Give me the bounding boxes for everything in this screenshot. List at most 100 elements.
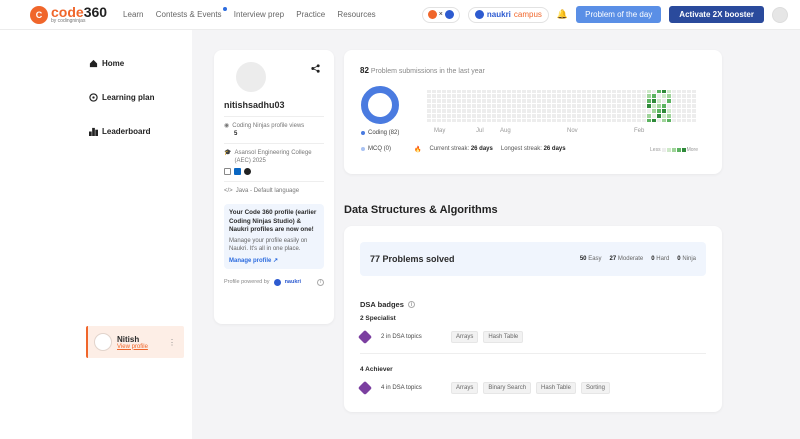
info-icon[interactable]: i	[317, 278, 324, 286]
sidebar-item-home[interactable]: Home	[88, 58, 124, 68]
heatmap-cell	[552, 104, 556, 108]
heatmap-cell	[687, 99, 691, 103]
topic-chip[interactable]: Binary Search	[483, 382, 532, 394]
sidebar-item-learning-plan[interactable]: Learning plan	[88, 92, 154, 102]
heatmap-cell	[607, 104, 611, 108]
compass-icon	[88, 92, 98, 102]
heatmap-cell	[567, 90, 571, 93]
sidebar-item-leaderboard[interactable]: Leaderboard	[88, 126, 150, 136]
divider	[360, 353, 706, 354]
streak-info: 🔥 Current streak: 26 days Longest streak…	[414, 146, 566, 153]
nav-interview-prep[interactable]: Interview prep	[234, 10, 284, 19]
heatmap-cell	[612, 90, 616, 93]
heatmap-cell	[557, 119, 561, 122]
heatmap-cell	[502, 94, 506, 98]
more-options-icon[interactable]: ⋮	[168, 338, 176, 347]
heatmap-cell	[457, 104, 461, 108]
heatmap-cell	[667, 119, 671, 122]
heatmap-cell	[597, 94, 601, 98]
heatmap-cell	[552, 99, 556, 103]
bell-icon[interactable]: 🔔	[557, 9, 568, 20]
heatmap-cell	[607, 90, 611, 93]
heatmap-cell	[642, 109, 646, 113]
heatmap-cell	[662, 99, 666, 103]
achiever-badge-icon	[357, 380, 373, 396]
avatar[interactable]	[772, 6, 788, 23]
heatmap-cell	[512, 99, 516, 103]
code360-logo[interactable]: C code360 by codingninjas	[30, 5, 107, 24]
heatmap-cell	[462, 90, 466, 93]
manage-profile-link[interactable]: Manage profile ↗	[229, 257, 319, 264]
nav-practice[interactable]: Practice	[296, 10, 325, 19]
college-row: 🎓 Asansol Engineering College (AEC) 2025	[224, 150, 324, 166]
activate-booster-button[interactable]: Activate 2X booster	[669, 6, 764, 23]
heatmap-cell	[637, 119, 641, 122]
partner-badge[interactable]: ×	[421, 6, 460, 23]
heatmap-cell	[622, 94, 626, 98]
heatmap-cell	[647, 119, 651, 122]
heatmap-cell	[487, 114, 491, 118]
heatmap-cell	[457, 119, 461, 122]
heatmap-cell	[487, 119, 491, 122]
heatmap-cell	[522, 109, 526, 113]
heatmap-cell	[452, 99, 456, 103]
topic-chip[interactable]: Arrays	[451, 331, 479, 343]
topic-chip[interactable]: Arrays	[451, 382, 479, 394]
nav-learn[interactable]: Learn	[123, 10, 143, 19]
heatmap-cell	[467, 114, 471, 118]
heatmap-cell	[672, 99, 676, 103]
heatmap-cell	[487, 109, 491, 113]
heatmap-cell	[687, 94, 691, 98]
nav-resources[interactable]: Resources	[337, 10, 375, 19]
heatmap-cell	[627, 109, 631, 113]
naukri-campus-logo[interactable]: naukri campus	[467, 6, 549, 23]
heatmap-cell	[457, 109, 461, 113]
topic-chip[interactable]: Sorting	[580, 382, 610, 394]
heatmap-cell	[627, 119, 631, 122]
heatmap-cell	[682, 104, 686, 108]
link-icon[interactable]	[224, 168, 231, 176]
college-name: Asansol Engineering College (AEC) 2025	[234, 149, 312, 164]
view-profile-link[interactable]: View profile	[117, 344, 148, 350]
heatmap-cell	[572, 104, 576, 108]
heatmap-cell	[472, 119, 476, 122]
current-streak: Current streak: 26 days	[429, 146, 492, 153]
topic-chip[interactable]: Hash Table	[536, 382, 576, 394]
share-icon[interactable]	[311, 64, 320, 76]
heatmap-cell	[632, 109, 636, 113]
info-icon[interactable]: i	[407, 301, 415, 308]
heatmap-cell	[507, 119, 511, 122]
problem-of-the-day-button[interactable]: Problem of the day	[576, 6, 662, 23]
linkedin-icon[interactable]	[234, 168, 241, 176]
heatmap-cell	[557, 99, 561, 103]
heatmap-cell	[427, 109, 431, 113]
heatmap-cell	[517, 114, 521, 118]
heatmap-cell	[662, 114, 666, 118]
legend-mcq: MCQ (0)	[361, 146, 391, 152]
heatmap-cell	[442, 104, 446, 108]
heatmap-cell	[527, 109, 531, 113]
heatmap-cell	[602, 119, 606, 122]
naukri-logo-icon	[474, 10, 484, 19]
heatmap-cell	[687, 90, 691, 93]
heatmap-cell	[462, 104, 466, 108]
topic-chip[interactable]: Hash Table	[483, 331, 524, 343]
sidebar-user-card[interactable]: Nitish View profile ⋮	[86, 326, 184, 358]
heatmap-cell	[432, 94, 436, 98]
heatmap-cell	[622, 104, 626, 108]
heatmap-cell	[612, 119, 616, 122]
heatmap-cell	[617, 90, 621, 93]
difficulty-hard: 0 Hard	[651, 256, 669, 262]
heatmap-cell	[507, 109, 511, 113]
heatmap-cell	[667, 104, 671, 108]
heatmap-cell	[492, 90, 496, 93]
nav-contests[interactable]: Contests & Events	[156, 7, 227, 19]
github-icon[interactable]	[244, 168, 251, 176]
heatmap-cell	[482, 109, 486, 113]
home-icon	[88, 58, 98, 68]
heatmap-cell	[552, 114, 556, 118]
heatmap-cell	[622, 90, 626, 93]
avatar	[94, 333, 112, 351]
badge-topics: 2 in DSA topics	[381, 334, 422, 340]
heatmap-cell	[612, 104, 616, 108]
